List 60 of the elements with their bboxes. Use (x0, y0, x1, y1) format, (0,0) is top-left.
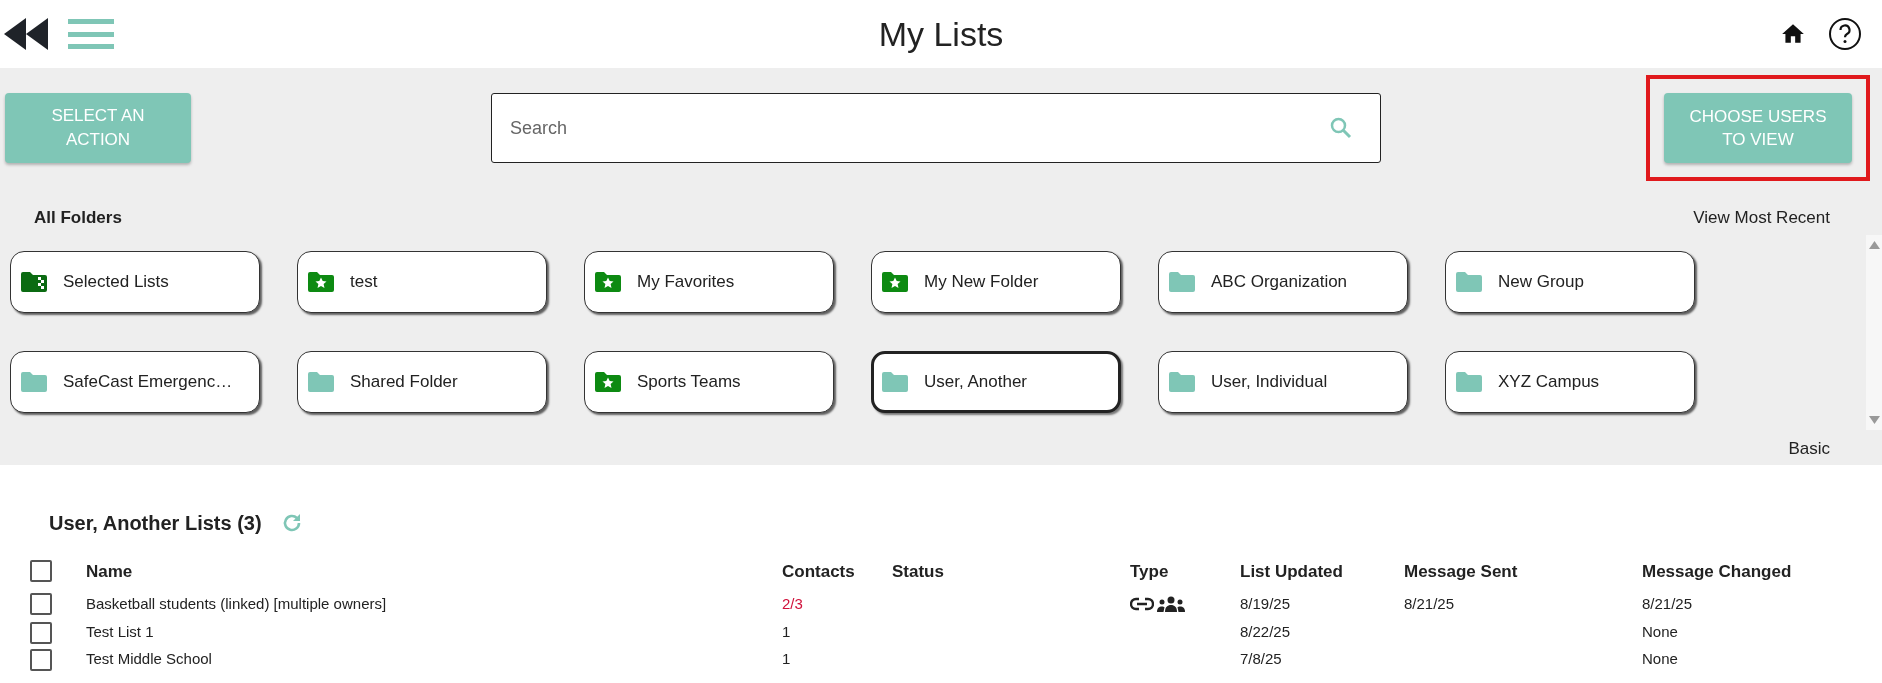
date-cell-text: 8/22/25 (1240, 622, 1292, 643)
star-folder-icon (882, 271, 908, 293)
checkbox[interactable] (30, 560, 52, 583)
checkbox[interactable] (30, 593, 52, 615)
list-name-cell[interactable]: Basketball students (linked) [multiple owners] (86, 592, 782, 616)
folder-icon (882, 371, 908, 393)
search-icon (1329, 116, 1353, 140)
date-cell-text: 8/19/25 (1240, 593, 1292, 614)
column-header: List Updated (1240, 560, 1344, 583)
star-folder-icon (595, 371, 621, 393)
folder-icon (1456, 371, 1482, 393)
rewind-icon[interactable] (4, 17, 50, 51)
folder-card[interactable]: My Favorites (584, 251, 834, 313)
help-icon[interactable] (1828, 17, 1862, 51)
folder-card[interactable]: SafeCast Emergenc… (10, 351, 260, 413)
checkbox[interactable] (30, 648, 52, 671)
checkbox[interactable] (30, 621, 52, 644)
date-cell-text: 8/21/25 (1642, 593, 1694, 614)
date-cell-text: None (1642, 622, 1679, 643)
contacts-cell-text: 1 (782, 622, 792, 643)
folder-card[interactable]: Sports Teams (584, 351, 834, 413)
page-title: My Lists (878, 14, 1004, 53)
folder-icon (1169, 371, 1195, 393)
scroll-down-icon[interactable] (1868, 416, 1880, 424)
folder-icon (308, 371, 334, 393)
folder-icon (21, 371, 47, 393)
lists-title: User, Another Lists (3) (49, 511, 262, 536)
scroll-up-icon[interactable] (1868, 241, 1880, 249)
folder-card[interactable]: User, Individual (1158, 351, 1408, 413)
scrollbar[interactable] (1866, 235, 1882, 430)
star-folder-icon (308, 271, 334, 293)
folder-card[interactable]: XYZ Campus (1445, 351, 1695, 413)
date-cell-text: 8/21/25 (1404, 593, 1456, 614)
column-header: Name (86, 560, 134, 583)
column-header: Type (1130, 560, 1170, 583)
list-name-cell[interactable]: Test List 1 (86, 621, 782, 644)
basic-view-link[interactable]: Basic (1788, 435, 1830, 461)
date-cell-text: 7/8/25 (1240, 649, 1283, 670)
folder-card[interactable]: Selected Lists (10, 251, 260, 313)
folder-card[interactable]: My New Folder (871, 251, 1121, 313)
folder-card[interactable]: New Group (1445, 251, 1695, 313)
column-header: Message Changed (1642, 560, 1793, 583)
folder-icon (1169, 271, 1195, 293)
contacts-cell-text: 2/3 (782, 593, 804, 614)
folder-card[interactable]: test (297, 251, 547, 313)
view-most-recent-link[interactable]: View Most Recent (1693, 204, 1830, 230)
star-folder-icon (595, 271, 621, 293)
list-name-cell[interactable]: Test Middle School (86, 648, 782, 671)
folder-card[interactable]: ABC Organization (1158, 251, 1408, 313)
folder-card[interactable]: Shared Folder (297, 351, 547, 413)
date-cell-text: None (1642, 649, 1679, 670)
folder-icon (21, 271, 47, 293)
section-heading: All Folders (34, 206, 122, 229)
folder-icon (1456, 271, 1482, 293)
folder-card[interactable]: User, Another (871, 351, 1121, 413)
column-header: Message Sent (1404, 560, 1519, 583)
contacts-cell-text: 1 (782, 649, 792, 670)
search-field[interactable]: Search (491, 93, 1381, 163)
column-header: Status (892, 560, 945, 583)
column-header: Contacts (782, 560, 856, 583)
